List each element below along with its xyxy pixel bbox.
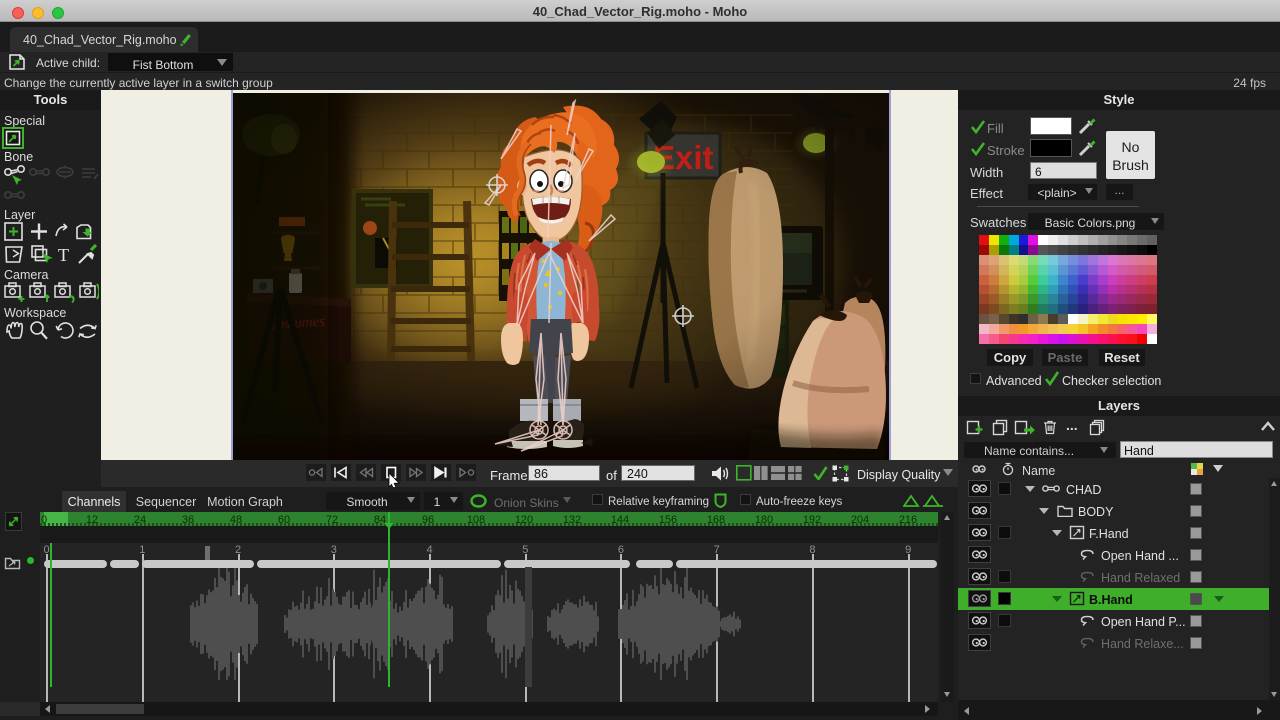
svg-text:T: T [58, 245, 69, 265]
